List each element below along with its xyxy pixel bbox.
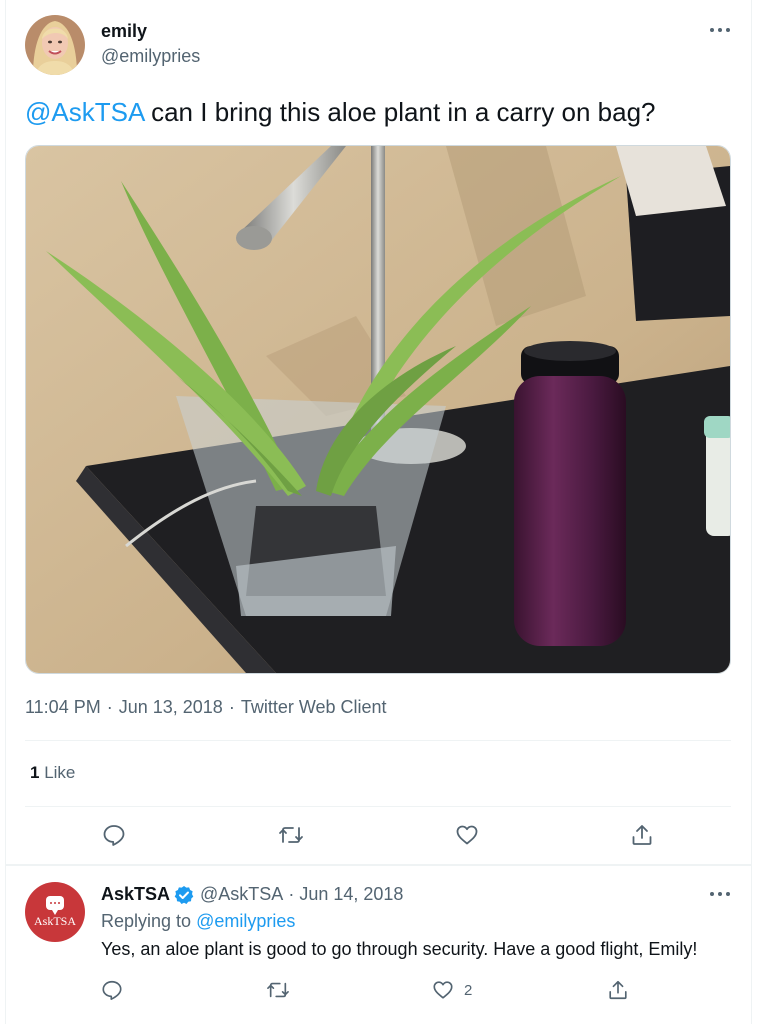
left-border — [5, 0, 6, 1024]
reply-icon — [103, 825, 125, 846]
tweet-body: can I bring this aloe plant in a carry o… — [143, 97, 656, 127]
replying-to-handle[interactable]: @emilypries — [196, 911, 295, 931]
tweet-metadata: 11:04 PM · Jun 13, 2018 · Twitter Web Client — [25, 697, 387, 718]
tweet-divider — [5, 864, 752, 866]
reply-like-count: 2 — [464, 981, 473, 999]
avatar-brand-text: AskTSA — [33, 914, 76, 928]
chat-dots — [50, 902, 60, 904]
verified-badge-icon — [174, 885, 194, 905]
share-icon — [632, 825, 652, 845]
heart-icon — [433, 981, 453, 999]
reply-like-button[interactable]: 2 — [432, 979, 472, 1001]
mention-link[interactable]: @AskTSA — [25, 97, 144, 127]
divider — [25, 740, 731, 741]
retweet-icon — [279, 827, 303, 843]
share-button[interactable] — [630, 823, 654, 847]
replying-to: Replying to @emilypries — [101, 911, 295, 932]
tweet-page: emily @emilypries @AskTSA can I bring th… — [0, 0, 757, 1024]
reply-separator: · — [288, 884, 295, 904]
reply-reply-button[interactable] — [101, 979, 123, 1001]
share-icon — [609, 980, 627, 1000]
like-count[interactable]: 1 Like — [30, 763, 75, 783]
reply-author-name[interactable]: AskTSA — [101, 884, 170, 905]
more-options-icon[interactable] — [706, 22, 734, 38]
reply-more-options-icon[interactable] — [706, 886, 734, 902]
retweet-icon — [267, 982, 289, 998]
reply-author-handle[interactable]: @AskTSA — [200, 884, 283, 905]
reply-button[interactable] — [102, 823, 126, 847]
reply-header: AskTSA @AskTSA · Jun 14, 2018 — [101, 884, 403, 905]
reply-date[interactable]: Jun 14, 2018 — [299, 884, 403, 905]
reply-retweet-button[interactable] — [266, 979, 290, 1001]
tweet-time[interactable]: 11:04 PM — [25, 697, 101, 717]
reply-text: Yes, an aloe plant is good to go through… — [101, 939, 698, 959]
like-button[interactable] — [455, 823, 479, 847]
author-name[interactable]: emily — [101, 21, 147, 42]
reply-share-button[interactable] — [607, 979, 629, 1001]
retweet-button[interactable] — [278, 823, 304, 847]
author-handle[interactable]: @emilypries — [101, 46, 200, 67]
reply-author-avatar[interactable]: AskTSA — [25, 882, 85, 942]
like-count-label: Like — [39, 763, 76, 782]
heart-icon — [456, 825, 478, 845]
tweet-client[interactable]: Twitter Web Client — [241, 697, 387, 717]
replying-to-label: Replying to — [101, 911, 197, 931]
meta-separator: · — [106, 697, 113, 717]
divider — [25, 806, 731, 807]
right-border — [751, 0, 752, 1024]
meta-separator: · — [228, 697, 235, 717]
tweet-text: @AskTSA can I bring this aloe plant in a… — [25, 95, 735, 129]
author-avatar[interactable] — [25, 15, 85, 75]
reply-icon — [102, 980, 122, 1000]
tweet-photo[interactable] — [25, 145, 731, 674]
tweet-date[interactable]: Jun 13, 2018 — [119, 697, 223, 717]
